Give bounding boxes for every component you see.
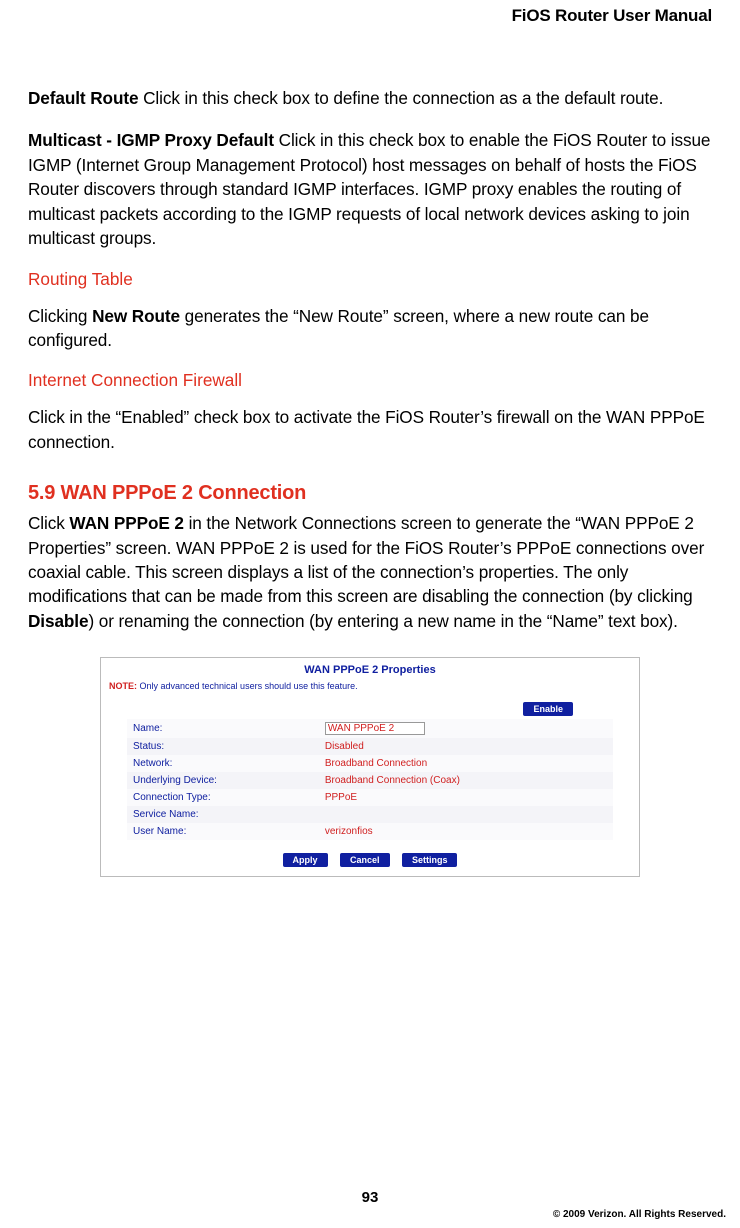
row-label: User Name: bbox=[127, 823, 319, 840]
para-default-route: Default Route Click in this check box to… bbox=[28, 86, 712, 110]
panel-body: Enable Name: Status: Disabled Network: B… bbox=[101, 697, 639, 844]
text-default-route: Click in this check box to define the co… bbox=[138, 88, 663, 108]
properties-table: Name: Status: Disabled Network: Broadban… bbox=[127, 719, 613, 840]
row-value bbox=[319, 806, 613, 823]
page-number: 93 bbox=[0, 1189, 740, 1206]
row-label: Network: bbox=[127, 755, 319, 772]
para-firewall: Click in the “Enabled” check box to acti… bbox=[28, 405, 712, 454]
table-row: Network: Broadband Connection bbox=[127, 755, 613, 772]
button-row: Apply Cancel Settings bbox=[101, 844, 639, 876]
bold-multicast: Multicast - IGMP Proxy Default bbox=[28, 130, 274, 150]
panel-title: WAN PPPoE 2 Properties bbox=[101, 658, 639, 679]
properties-panel: WAN PPPoE 2 Properties NOTE: Only advanc… bbox=[100, 657, 640, 877]
row-label: Status: bbox=[127, 738, 319, 755]
cancel-button[interactable]: Cancel bbox=[340, 853, 390, 867]
p5c: ) or renaming the connection (by enterin… bbox=[88, 611, 677, 631]
row-value: verizonfios bbox=[319, 823, 613, 840]
enable-button[interactable]: Enable bbox=[523, 702, 573, 716]
row-value: Broadband Connection bbox=[319, 755, 613, 772]
text-new-route-pre: Clicking bbox=[28, 306, 92, 326]
row-value bbox=[319, 719, 613, 738]
table-row: Status: Disabled bbox=[127, 738, 613, 755]
table-row: Name: bbox=[127, 719, 613, 738]
header-title: FiOS Router User Manual bbox=[28, 0, 712, 86]
table-row: Service Name: bbox=[127, 806, 613, 823]
table-row: User Name: verizonfios bbox=[127, 823, 613, 840]
panel-note-label: NOTE: bbox=[109, 681, 137, 691]
row-value: Broadband Connection (Coax) bbox=[319, 772, 613, 789]
subhead-firewall: Internet Connection Firewall bbox=[28, 370, 712, 391]
row-value: Disabled bbox=[319, 738, 613, 755]
apply-button[interactable]: Apply bbox=[283, 853, 328, 867]
enable-row: Enable bbox=[127, 697, 613, 719]
p5a: Click bbox=[28, 513, 69, 533]
table-row: Connection Type: PPPoE bbox=[127, 789, 613, 806]
row-label: Underlying Device: bbox=[127, 772, 319, 789]
subhead-routing-table: Routing Table bbox=[28, 269, 712, 290]
bold-new-route: New Route bbox=[92, 306, 180, 326]
p5b2: Disable bbox=[28, 611, 88, 631]
para-multicast: Multicast - IGMP Proxy Default Click in … bbox=[28, 128, 712, 250]
row-label: Service Name: bbox=[127, 806, 319, 823]
row-value: PPPoE bbox=[319, 789, 613, 806]
copyright: © 2009 Verizon. All Rights Reserved. bbox=[553, 1209, 726, 1220]
para-wan-pppoe2: Click WAN PPPoE 2 in the Network Connect… bbox=[28, 511, 712, 633]
settings-button[interactable]: Settings bbox=[402, 853, 458, 867]
row-label: Connection Type: bbox=[127, 789, 319, 806]
panel-note: NOTE: Only advanced technical users shou… bbox=[101, 679, 639, 697]
p5b1: WAN PPPoE 2 bbox=[69, 513, 183, 533]
section-head-wan-pppoe2: 5.9 WAN PPPoE 2 Connection bbox=[28, 482, 712, 505]
bold-default-route: Default Route bbox=[28, 88, 138, 108]
table-row: Underlying Device: Broadband Connection … bbox=[127, 772, 613, 789]
row-label: Name: bbox=[127, 719, 319, 738]
para-new-route: Clicking New Route generates the “New Ro… bbox=[28, 304, 712, 353]
panel-note-text: Only advanced technical users should use… bbox=[137, 681, 358, 691]
name-input[interactable] bbox=[325, 722, 425, 735]
